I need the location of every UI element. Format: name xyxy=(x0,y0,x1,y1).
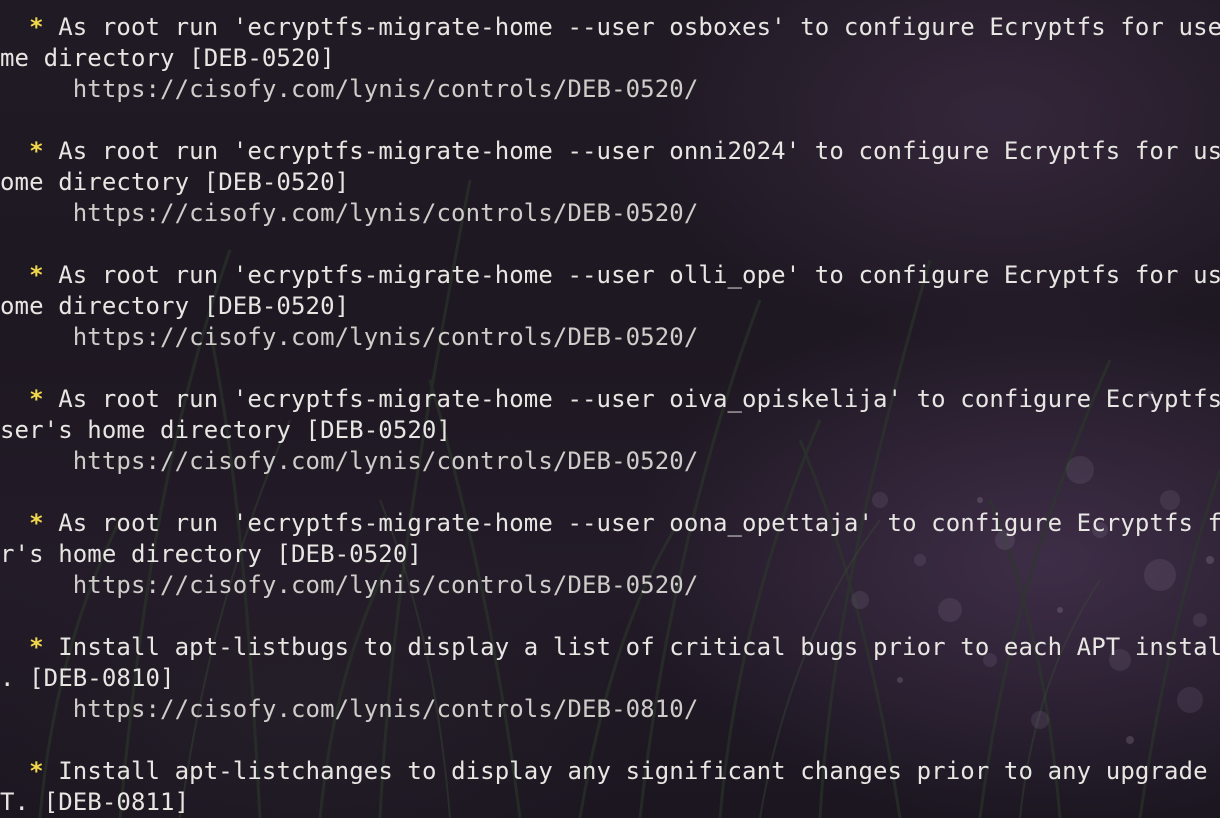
control-link[interactable]: https://cisofy.com/lynis/controls/DEB-05… xyxy=(73,571,699,599)
suggestion-line: * Install apt-listchanges to display any… xyxy=(0,756,1220,787)
suggestion-text: As root run 'ecryptfs-migrate-home --use… xyxy=(58,385,1220,413)
suggestion-line-continued: ser's home directory [DEB-0520] xyxy=(0,415,1220,446)
suggestion-text: As root run 'ecryptfs-migrate-home --use… xyxy=(58,137,1220,165)
suggestion-line: * As root run 'ecryptfs-migrate-home --u… xyxy=(0,12,1220,43)
suggestion-text: Install apt-listbugs to display a list o… xyxy=(58,633,1220,661)
bullet-asterisk: * xyxy=(29,757,44,785)
suggestion-text: As root run 'ecryptfs-migrate-home --use… xyxy=(58,13,1220,41)
control-link[interactable]: https://cisofy.com/lynis/controls/DEB-05… xyxy=(73,75,699,103)
control-link[interactable]: https://cisofy.com/lynis/controls/DEB-05… xyxy=(73,447,699,475)
suggestion-line: * As root run 'ecryptfs-migrate-home --u… xyxy=(0,136,1220,167)
suggestion-text-wrap: ome directory [DEB-0520] xyxy=(0,292,350,320)
bullet-asterisk: * xyxy=(29,633,44,661)
control-link[interactable]: https://cisofy.com/lynis/controls/DEB-08… xyxy=(73,695,699,723)
suggestion-text-wrap: ome directory [DEB-0520] xyxy=(0,168,350,196)
terminal-output: * As root run 'ecryptfs-migrate-home --u… xyxy=(0,0,1220,818)
control-link[interactable]: https://cisofy.com/lynis/controls/DEB-05… xyxy=(73,323,699,351)
suggestion-text-wrap: r's home directory [DEB-0520] xyxy=(0,540,422,568)
bullet-asterisk: * xyxy=(29,261,44,289)
suggestion-line: * As root run 'ecryptfs-migrate-home --u… xyxy=(0,260,1220,291)
suggestion-line-continued: r's home directory [DEB-0520] xyxy=(0,539,1220,570)
bullet-asterisk: * xyxy=(29,13,44,41)
suggestion-text: As root run 'ecryptfs-migrate-home --use… xyxy=(58,261,1220,289)
bullet-asterisk: * xyxy=(29,137,44,165)
suggestion-line-continued: ome directory [DEB-0520] xyxy=(0,291,1220,322)
suggestion-text-wrap: T. [DEB-0811] xyxy=(0,788,190,816)
suggestion-text: As root run 'ecryptfs-migrate-home --use… xyxy=(58,509,1220,537)
suggestion-text-wrap: . [DEB-0810] xyxy=(0,664,175,692)
suggestion-url-line: https://cisofy.com/lynis/controls/DEB-05… xyxy=(0,74,1220,105)
suggestion-text-wrap: me directory [DEB-0520] xyxy=(0,44,335,72)
control-link[interactable]: https://cisofy.com/lynis/controls/DEB-05… xyxy=(73,199,699,227)
suggestion-text-wrap: ser's home directory [DEB-0520] xyxy=(0,416,452,444)
suggestion-line-continued: T. [DEB-0811] xyxy=(0,787,1220,818)
suggestion-url-line: https://cisofy.com/lynis/controls/DEB-05… xyxy=(0,446,1220,477)
bullet-asterisk: * xyxy=(29,385,44,413)
suggestion-url-line: https://cisofy.com/lynis/controls/DEB-08… xyxy=(0,694,1220,725)
suggestion-line: * As root run 'ecryptfs-migrate-home --u… xyxy=(0,508,1220,539)
suggestion-line-continued: me directory [DEB-0520] xyxy=(0,43,1220,74)
suggestion-url-line: https://cisofy.com/lynis/controls/DEB-05… xyxy=(0,570,1220,601)
suggestion-line-continued: . [DEB-0810] xyxy=(0,663,1220,694)
bullet-asterisk: * xyxy=(29,509,44,537)
suggestion-url-line: https://cisofy.com/lynis/controls/DEB-05… xyxy=(0,322,1220,353)
suggestion-line-continued: ome directory [DEB-0520] xyxy=(0,167,1220,198)
suggestion-text: Install apt-listchanges to display any s… xyxy=(58,757,1220,785)
suggestion-line: * As root run 'ecryptfs-migrate-home --u… xyxy=(0,384,1220,415)
suggestion-url-line: https://cisofy.com/lynis/controls/DEB-05… xyxy=(0,198,1220,229)
suggestion-line: * Install apt-listbugs to display a list… xyxy=(0,632,1220,663)
